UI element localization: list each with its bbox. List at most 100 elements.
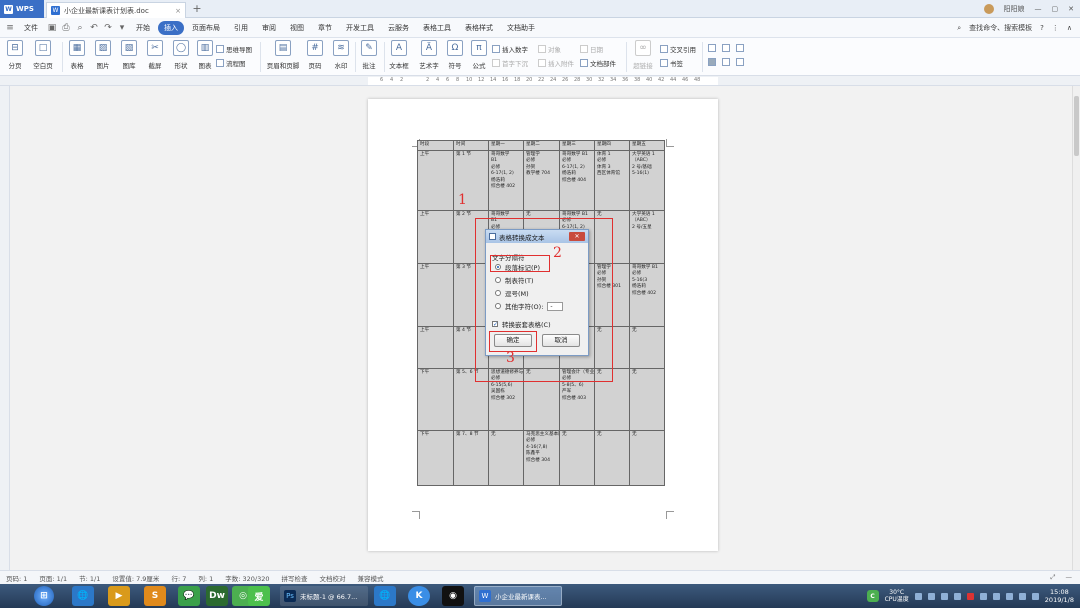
field-buttons-top[interactable] xyxy=(708,44,744,52)
search-icon[interactable]: ⌕ xyxy=(957,24,961,33)
document-tab[interactable]: W 小企业最新课表计划表.doc × xyxy=(46,2,186,18)
cancel-button[interactable]: 取消 xyxy=(542,334,580,347)
print-icon[interactable]: ⎙ xyxy=(60,22,72,34)
course-cell[interactable]: 无 xyxy=(629,429,665,486)
start-button[interactable]: ⊞ xyxy=(34,586,54,606)
option-comma[interactable]: 逗号(M) xyxy=(495,288,529,298)
undo-icon[interactable]: ↶ xyxy=(88,22,100,34)
tab-references[interactable]: 引用 xyxy=(228,21,254,35)
field-icon[interactable] xyxy=(736,58,744,66)
tray-icon[interactable] xyxy=(953,592,961,600)
vertical-ruler[interactable] xyxy=(0,86,10,570)
nested-table-option[interactable]: ✓ 转换嵌套表格(C) xyxy=(492,319,551,329)
period-cell[interactable]: 上午 xyxy=(417,325,454,369)
dialog-titlebar[interactable]: 表格转换成文本 ✕ xyxy=(486,230,588,243)
close-icon[interactable]: ✕ xyxy=(569,232,585,241)
symbol-button[interactable]: Ω 符号 xyxy=(442,40,468,70)
user-name[interactable]: 阳阳娘 xyxy=(1004,4,1025,14)
field-icon[interactable] xyxy=(708,58,716,66)
course-cell[interactable]: 无 xyxy=(594,429,630,486)
table-button[interactable]: ▦ 表格 xyxy=(64,40,90,70)
course-cell[interactable]: 无 xyxy=(629,367,665,431)
dropdown-icon[interactable]: ▾ xyxy=(116,22,128,34)
first-drop-button[interactable]: 首字下沉 xyxy=(492,58,528,68)
scrollbar-thumb[interactable] xyxy=(1074,96,1079,156)
tab-cloud[interactable]: 云服务 xyxy=(382,21,415,35)
save-icon[interactable]: ▣ xyxy=(46,22,58,34)
tab-review[interactable]: 审阅 xyxy=(256,21,282,35)
menu-toggle-icon[interactable]: ≡ xyxy=(4,22,16,34)
radio-icon[interactable] xyxy=(495,290,501,296)
header-cell[interactable]: 时间 xyxy=(453,140,489,151)
page-number-status[interactable]: 页码: 1 xyxy=(6,573,27,583)
close-window-icon[interactable]: ✕ xyxy=(1068,5,1074,13)
course-cell[interactable]: 哥哥数学 B1 必修 5-16(3 杨浩莉 综合楼 402 xyxy=(629,262,665,327)
field-icon[interactable] xyxy=(708,44,716,52)
redo-icon[interactable]: ↷ xyxy=(102,22,114,34)
chart-button[interactable]: ▥ 图表 xyxy=(192,40,218,70)
attachment-button[interactable]: 插入附件 xyxy=(538,58,574,68)
hyperlink-button[interactable]: ∞ 超链接 xyxy=(630,40,656,70)
picture-button[interactable]: ▨ 图片 xyxy=(90,40,116,70)
option-other-char[interactable]: 其他字符(O): - xyxy=(495,301,564,311)
textbox-button[interactable]: A 文本框 xyxy=(386,40,412,70)
volume-icon[interactable] xyxy=(1031,592,1039,600)
course-cell[interactable]: 哥哥数学 B1 必修 6-17(1, 2) 杨浩莉 综合楼 404 xyxy=(559,149,595,211)
period-cell[interactable]: 上午 xyxy=(417,209,454,264)
tab-page-layout[interactable]: 页面布局 xyxy=(186,21,226,35)
tray-icon[interactable] xyxy=(992,592,1000,600)
date-button[interactable]: 日期 xyxy=(580,44,603,54)
page-number-button[interactable]: # 页码 xyxy=(302,40,328,70)
course-cell[interactable]: 无 xyxy=(488,429,524,486)
tray-icon[interactable] xyxy=(966,592,974,600)
time-cell[interactable]: 第 7、8 节 xyxy=(453,429,489,486)
spell-check[interactable]: 拼写检查 xyxy=(282,573,308,583)
tab-doc-assistant[interactable]: 文档助手 xyxy=(501,21,541,35)
dreamweaver-icon[interactable]: Dw xyxy=(206,586,228,606)
tab-table-style[interactable]: 表格样式 xyxy=(459,21,499,35)
period-cell[interactable]: 上午 xyxy=(417,262,454,327)
period-cell[interactable]: 下午 xyxy=(417,367,454,431)
course-cell[interactable]: 马克思主义基本原理必修4-16(7,8)陈鑫平综合楼 304 xyxy=(523,429,560,486)
tab-view[interactable]: 视图 xyxy=(284,21,310,35)
temperature-widget[interactable]: 30°C CPU温度 xyxy=(885,589,909,603)
file-menu[interactable]: 文件 xyxy=(18,21,44,35)
k-app-icon[interactable]: K xyxy=(408,586,430,606)
tab-chapter[interactable]: 章节 xyxy=(312,21,338,35)
wordart-button[interactable]: Ä 艺术字 xyxy=(416,40,442,70)
user-avatar[interactable] xyxy=(983,4,994,14)
field-icon[interactable] xyxy=(722,58,730,66)
option-tab[interactable]: 制表符(T) xyxy=(495,275,534,285)
insert-number-button[interactable]: 插入数字 xyxy=(492,44,528,54)
tab-start[interactable]: 开始 xyxy=(130,21,156,35)
blank-page-button[interactable]: □ 空白页 xyxy=(30,40,56,70)
close-tab-icon[interactable]: × xyxy=(175,7,181,15)
header-cell[interactable]: 星期三 xyxy=(559,140,595,151)
checkbox-checked-icon[interactable]: ✓ xyxy=(492,321,498,328)
field-buttons-bottom[interactable] xyxy=(708,58,744,66)
page-break-button[interactable]: ⊟ 分页 xyxy=(2,40,28,70)
gallery-button[interactable]: ▧ 图库 xyxy=(116,40,142,70)
tray-icon[interactable] xyxy=(940,592,948,600)
formula-button[interactable]: π 公式 xyxy=(466,40,492,70)
tray-icon[interactable] xyxy=(1005,592,1013,600)
watermark-button[interactable]: ≋ 水印 xyxy=(328,40,354,70)
network-icon[interactable] xyxy=(1018,592,1026,600)
section-status[interactable]: 节: 1/1 xyxy=(79,573,100,583)
object-button[interactable]: 对象 xyxy=(538,44,561,54)
clock[interactable]: 15:08 2019/1/8 xyxy=(1045,588,1074,604)
tab-developer[interactable]: 开发工具 xyxy=(340,21,380,35)
word-count[interactable]: 字数: 320/320 xyxy=(225,573,269,583)
period-cell[interactable]: 下午 xyxy=(417,429,454,486)
wps-task[interactable]: W 小企业最新课表... xyxy=(474,586,562,606)
course-cell[interactable]: 大学英语 1 （ABC） 2 号/五星 xyxy=(629,209,665,264)
header-cell[interactable]: 时段 xyxy=(417,140,454,151)
header-footer-button[interactable]: ▤ 页眉和页脚 xyxy=(266,40,300,70)
fullscreen-icon[interactable]: ⤢ xyxy=(1050,573,1055,582)
temp-monitor-icon[interactable]: C xyxy=(866,590,879,602)
tab-insert[interactable]: 插入 xyxy=(158,20,184,35)
tab-table-tools[interactable]: 表格工具 xyxy=(417,21,457,35)
command-search[interactable]: 查找命令、搜索模板 xyxy=(969,23,1032,33)
maximize-icon[interactable]: ▢ xyxy=(1052,5,1059,13)
doc-parts-button[interactable]: 文档部件 xyxy=(580,58,616,68)
